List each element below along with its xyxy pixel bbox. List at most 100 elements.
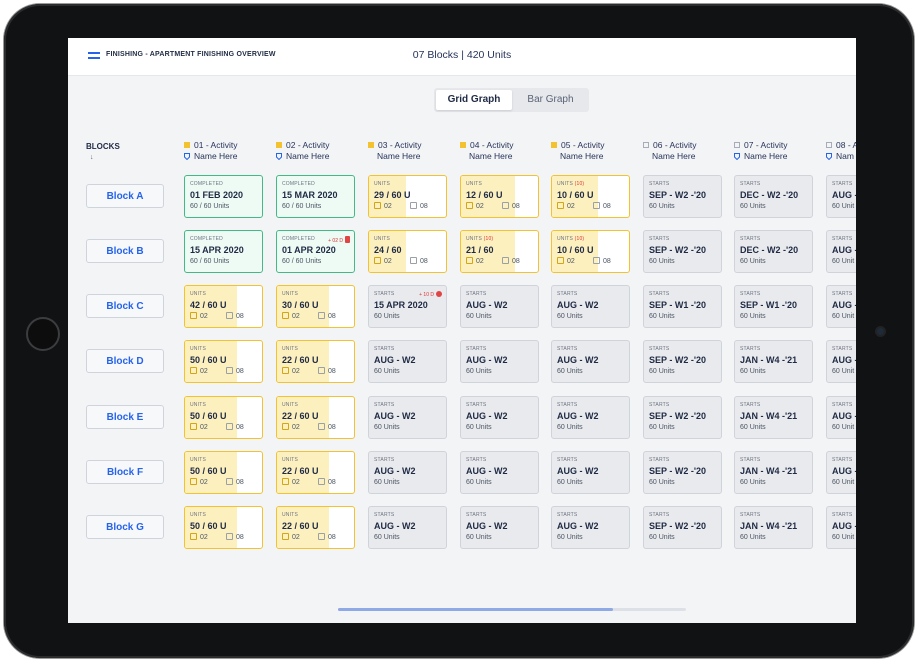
activity-cell[interactable]: UNITS 30 / 60 U 02 08 [276,285,355,328]
activity-cell[interactable]: STARTS AUG - 60 Unit [826,285,856,328]
activity-cell[interactable]: STARTS AUG - 60 Unit [826,451,856,494]
activity-cell[interactable]: UNITS 22 / 60 U 02 08 [276,340,355,383]
activity-cell[interactable]: STARTS AUG - W2 60 Units [551,340,630,383]
cell-value: 50 / 60 U [190,411,227,421]
checkbox-icon [190,312,197,319]
activity-cell[interactable]: COMPLETED 15 MAR 2020 60 / 60 Units [276,175,355,218]
activity-cell[interactable]: STARTS AUG - 60 Unit [826,506,856,549]
scrollbar-thumb[interactable] [338,608,613,611]
sort-down-arrow-icon[interactable]: ↓ [90,154,94,161]
cell-value: JAN - W4 -'21 [740,355,798,365]
activity-cell[interactable]: UNITS (10) 10 / 60 U 02 08 [551,230,630,273]
block-button-g[interactable]: Block G [86,515,164,539]
activity-cell[interactable]: STARTS AUG - W2 60 Units [551,285,630,328]
block-button-b[interactable]: Block B [86,239,164,263]
activity-cell[interactable]: UNITS 12 / 60 U 02 08 [460,175,539,218]
cell-units: 60 Units [649,534,675,541]
activity-cell[interactable]: STARTS AUG - 60 Unit [826,396,856,439]
cell-label: STARTS [466,457,487,463]
cell-label: COMPLETED [282,236,315,242]
cell-value: 30 / 60 U [282,300,319,310]
activity-cell[interactable]: STARTS AUG - W2 60 Units [460,506,539,549]
activity-cell[interactable]: STARTS JAN - W4 -'21 60 Units [734,451,813,494]
activity-cell[interactable]: STARTS SEP - W2 -'20 60 Units [643,506,722,549]
bar-graph-tab[interactable]: Bar Graph [514,90,587,110]
activity-cell[interactable]: STARTS AUG - 60 Unit [826,230,856,273]
checkbox-icon [282,367,289,374]
activity-cell[interactable]: STARTS SEP - W2 -'20 60 Units [643,340,722,383]
activity-cell[interactable]: STARTS AUG - W2 60 Units [460,340,539,383]
activity-cell[interactable]: UNITS 29 / 60 U 02 08 [368,175,447,218]
activity-title: 07 - Activity [744,140,788,150]
activity-cell[interactable]: UNITS 22 / 60 U 02 08 [276,451,355,494]
activity-cell[interactable]: UNITS 50 / 60 U 02 08 [184,506,263,549]
horizontal-scrollbar[interactable] [338,608,686,611]
checkbox-icon [410,202,417,209]
cell-label: STARTS [832,457,853,463]
checkbox-icon [318,312,325,319]
column-header-2[interactable]: 02 - Activity Name Here [276,140,366,162]
cell-units: 60 Units [466,313,492,320]
cell-units: 60 Units [557,313,583,320]
activity-cell[interactable]: STARTS SEP - W2 -'20 60 Units [643,175,722,218]
activity-cell[interactable]: STARTS DEC - W2 -'20 60 Units [734,230,813,273]
column-header-3[interactable]: 03 - Activity Name Here [368,140,458,162]
activity-cell[interactable]: STARTS AUG - W2 60 Units [460,451,539,494]
activity-cell[interactable]: UNITS (10) 21 / 60 02 08 [460,230,539,273]
cell-value: AUG - [832,521,856,531]
activity-cell[interactable]: UNITS 42 / 60 U 02 08 [184,285,263,328]
activity-cell[interactable]: STARTS SEP - W2 -'20 60 Units [643,230,722,273]
activity-cell[interactable]: UNITS 22 / 60 U 02 08 [276,506,355,549]
column-header-5[interactable]: 05 - Activity Name Here [551,140,641,162]
activity-cell[interactable]: STARTS SEP - W1 -'20 60 Units [734,285,813,328]
block-button-c[interactable]: Block C [86,294,164,318]
activity-cell[interactable]: UNITS (10) 10 / 60 U 02 08 [551,175,630,218]
activity-cell[interactable]: COMPLETED 01 FEB 2020 60 / 60 Units [184,175,263,218]
activity-cell[interactable]: STARTS AUG - W2 60 Units [460,396,539,439]
cell-units: 60 Units [740,368,766,375]
grid-graph-tab[interactable]: Grid Graph [436,90,512,110]
cell-value: AUG - W2 [557,355,599,365]
activity-cell[interactable]: UNITS 50 / 60 U 02 08 [184,451,263,494]
activity-cell[interactable]: STARTS AUG - 60 Unit [826,175,856,218]
activity-cell[interactable]: UNITS 50 / 60 U 02 08 [184,396,263,439]
activity-cell[interactable]: STARTS AUG - W2 60 Units [368,506,447,549]
activity-cell[interactable]: STARTS SEP - W2 -'20 60 Units [643,396,722,439]
activity-cell[interactable]: UNITS 24 / 60 02 08 [368,230,447,273]
activity-cell[interactable]: STARTS JAN - W4 -'21 60 Units [734,506,813,549]
cell-units: 60 Unit [832,534,855,541]
view-toggle: Grid Graph Bar Graph [434,88,589,112]
activity-cell[interactable]: STARTS AUG - W2 60 Units [551,506,630,549]
block-button-e[interactable]: Block E [86,405,164,429]
home-button[interactable] [26,317,60,351]
cell-value: 50 / 60 U [190,521,227,531]
column-header-8[interactable]: 08 - A Nam [826,140,856,162]
shield-icon [826,153,832,160]
activity-cell[interactable]: STARTS DEC - W2 -'20 60 Units [734,175,813,218]
activity-cell[interactable]: STARTS AUG - W2 60 Units [460,285,539,328]
activity-cell[interactable]: STARTS SEP - W2 -'20 60 Units [643,451,722,494]
cell-value: AUG - [832,245,856,255]
block-button-a[interactable]: Block A [86,184,164,208]
activity-cell[interactable]: STARTS JAN - W4 -'21 60 Units [734,396,813,439]
activity-cell[interactable]: STARTS AUG - W2 60 Units [551,451,630,494]
activity-cell[interactable]: STARTS JAN - W4 -'21 60 Units [734,340,813,383]
count-a: 02 [292,534,300,541]
activity-cell[interactable]: UNITS 50 / 60 U 02 08 [184,340,263,383]
activity-cell[interactable]: STARTS AUG - 60 Unit [826,340,856,383]
activity-cell[interactable]: STARTS AUG - W2 60 Units [368,451,447,494]
activity-cell[interactable]: UNITS 22 / 60 U 02 08 [276,396,355,439]
activity-cell[interactable]: STARTS AUG - W2 60 Units [368,340,447,383]
column-header-1[interactable]: 01 - Activity Name Here [184,140,274,162]
column-header-4[interactable]: 04 - Activity Name Here [460,140,550,162]
activity-cell[interactable]: COMPLETED 01 APR 2020 60 / 60 Units + 02 D [276,230,355,273]
activity-cell[interactable]: STARTS AUG - W2 60 Units [551,396,630,439]
activity-cell[interactable]: STARTS 15 APR 2020 60 Units + 10 D [368,285,447,328]
activity-cell[interactable]: COMPLETED 15 APR 2020 60 / 60 Units [184,230,263,273]
column-header-7[interactable]: 07 - Activity Name Here [734,140,824,162]
block-button-d[interactable]: Block D [86,349,164,373]
activity-cell[interactable]: STARTS SEP - W1 -'20 60 Units [643,285,722,328]
column-header-6[interactable]: 06 - Activity Name Here [643,140,733,162]
block-button-f[interactable]: Block F [86,460,164,484]
activity-cell[interactable]: STARTS AUG - W2 60 Units [368,396,447,439]
